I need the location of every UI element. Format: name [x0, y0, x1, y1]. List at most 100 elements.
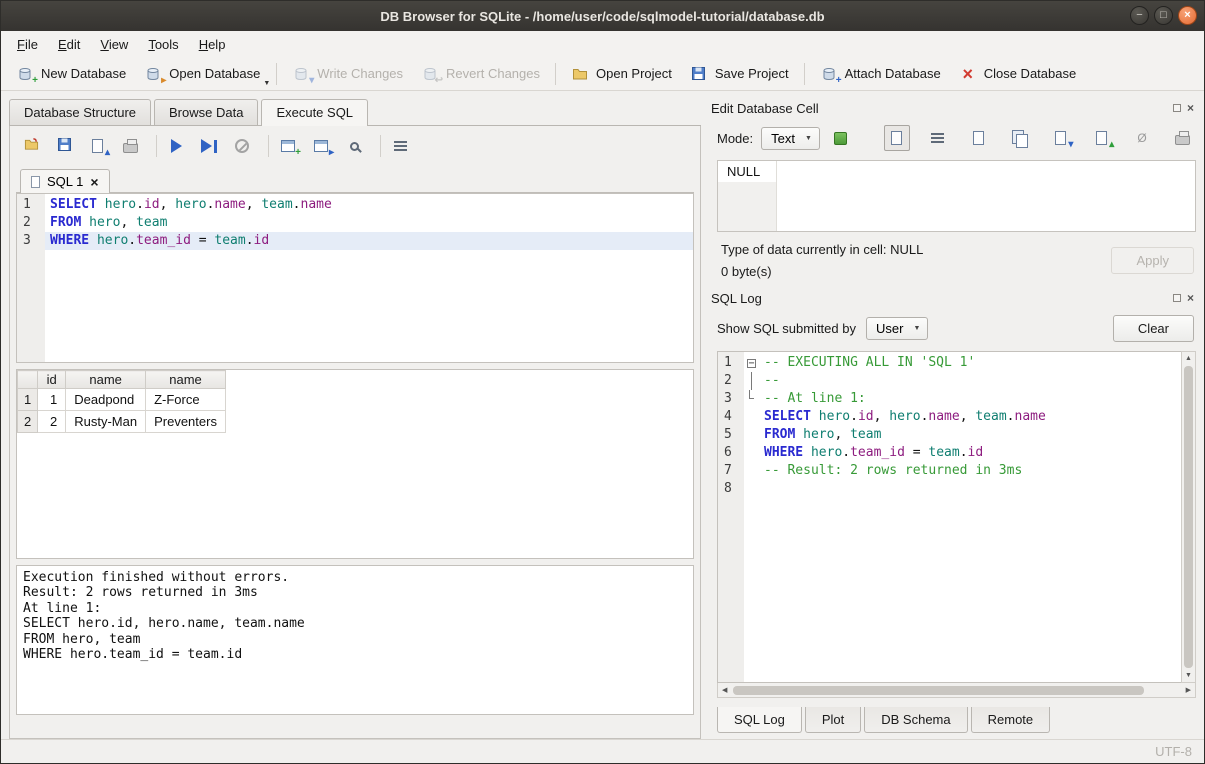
minimize-button[interactable]: −	[1130, 6, 1149, 25]
results-column-header[interactable]: id	[38, 371, 66, 389]
open-project-icon	[571, 65, 589, 83]
set-null-button[interactable]: Ø	[1129, 125, 1155, 151]
copy-cell-button[interactable]	[1007, 125, 1033, 151]
menu-item-tools[interactable]: Tools	[138, 33, 188, 56]
menu-item-view[interactable]: View	[90, 33, 138, 56]
dock-tabbar: SQL Log Plot DB Schema Remote	[717, 707, 1196, 733]
execute-all-button[interactable]	[163, 134, 189, 158]
titlebar[interactable]: DB Browser for SQLite - /home/user/code/…	[1, 1, 1204, 31]
horizontal-scrollbar[interactable]: ◀ ▶	[717, 683, 1196, 698]
float-panel-icon[interactable]	[1173, 104, 1181, 112]
fold-margin[interactable]: −	[744, 354, 759, 372]
scroll-down-icon[interactable]: ▼	[1185, 669, 1192, 682]
save-sql-file-button[interactable]	[51, 134, 77, 158]
format-sql-button[interactable]	[387, 134, 413, 158]
word-wrap-button[interactable]	[925, 125, 951, 151]
scroll-left-icon[interactable]: ◀	[718, 687, 731, 694]
tab-remote[interactable]: Remote	[971, 707, 1051, 733]
sql-log-area: 1−-- EXECUTING ALL IN 'SQL 1'2--3-- At l…	[717, 351, 1196, 683]
cell-size-info: 0 byte(s)	[721, 264, 923, 279]
results-cell[interactable]: 1	[38, 389, 66, 411]
menu-item-help[interactable]: Help	[189, 33, 236, 56]
right-panel: Edit Database Cell × Mode: Text ▼	[701, 91, 1204, 739]
find-replace-button[interactable]	[341, 134, 367, 158]
tab-plot[interactable]: Plot	[805, 707, 861, 733]
export-cell-button[interactable]: ▴	[1088, 125, 1114, 151]
sql-document-tab[interactable]: SQL 1 ×	[20, 169, 110, 193]
results-cell[interactable]: Deadpond	[66, 389, 146, 411]
tab-browse-data[interactable]: Browse Data	[154, 99, 258, 125]
print-cell-button[interactable]	[1170, 125, 1196, 151]
close-panel-icon[interactable]: ×	[1187, 294, 1194, 303]
row-header[interactable]: 1	[18, 389, 38, 411]
auto-format-button[interactable]	[828, 125, 854, 151]
close-database-icon: ×	[959, 65, 977, 83]
sql-log-header: SQL Log ×	[709, 287, 1196, 309]
execute-current-line-button[interactable]	[196, 134, 222, 158]
close-database-button[interactable]: × Close Database	[950, 61, 1086, 87]
scrollbar-thumb[interactable]	[1184, 366, 1193, 668]
tab-execute-sql[interactable]: Execute SQL	[261, 99, 368, 126]
find-replace-icon	[350, 142, 359, 151]
results-cell[interactable]: Rusty-Man	[66, 411, 146, 433]
sql-log-line: 2--	[718, 372, 1181, 390]
encoding-indicator[interactable]: UTF-8	[1155, 744, 1192, 759]
edit-cell-header: Edit Database Cell ×	[709, 97, 1196, 119]
main-toolbar: + New Database ▸ Open Database ▼ ▾ Write…	[1, 57, 1204, 91]
results-cell[interactable]: Z-Force	[146, 389, 226, 411]
float-panel-icon[interactable]	[1173, 294, 1181, 302]
results-header-row: idnamename	[18, 371, 226, 389]
results-corner[interactable]	[18, 371, 38, 389]
save-project-button[interactable]: Save Project	[681, 61, 798, 87]
scroll-right-icon[interactable]: ▶	[1182, 687, 1195, 694]
vertical-scrollbar[interactable]: ▲ ▼	[1181, 351, 1196, 683]
open-sql-file-button[interactable]	[18, 134, 44, 158]
maximize-button[interactable]: □	[1154, 6, 1173, 25]
close-panel-icon[interactable]: ×	[1187, 104, 1194, 113]
menu-item-edit[interactable]: Edit	[48, 33, 90, 56]
save-project-label: Save Project	[715, 66, 789, 81]
menu-item-file[interactable]: File	[7, 33, 48, 56]
row-header[interactable]: 2	[18, 411, 38, 433]
copy-icon	[1012, 130, 1027, 146]
sql-log-view[interactable]: 1−-- EXECUTING ALL IN 'SQL 1'2--3-- At l…	[717, 351, 1181, 683]
execution-message[interactable]: Execution finished without errors. Resul…	[16, 565, 694, 715]
new-database-button[interactable]: + New Database	[7, 61, 135, 87]
open-database-button[interactable]: ▸ Open Database	[135, 61, 269, 87]
fold-margin	[744, 390, 759, 408]
attach-database-button[interactable]: + Attach Database	[811, 61, 950, 87]
close-button[interactable]: ×	[1178, 6, 1197, 25]
results-cell[interactable]: Preventers	[146, 411, 226, 433]
log-filter-combobox[interactable]: User ▼	[866, 317, 928, 340]
cell-editor[interactable]: NULL	[717, 160, 1196, 232]
new-sql-tab-button[interactable]: +	[275, 134, 301, 158]
mode-combobox[interactable]: Text ▼	[761, 127, 820, 150]
sql-document-tabbar: SQL 1 ×	[16, 163, 694, 193]
save-sql-as-button[interactable]: ▴	[84, 134, 110, 158]
tab-db-schema[interactable]: DB Schema	[864, 707, 967, 733]
stop-execution-button[interactable]	[229, 134, 255, 158]
text-mode-button[interactable]	[884, 125, 910, 151]
scroll-up-icon[interactable]: ▲	[1185, 352, 1192, 365]
word-wrap-icon	[931, 133, 944, 144]
results-column-header[interactable]: name	[146, 371, 226, 389]
results-cell[interactable]: 2	[38, 411, 66, 433]
save-cell-button[interactable]	[966, 125, 992, 151]
maximize-icon: □	[1160, 10, 1167, 21]
sql-editor[interactable]: 1SELECT hero.id, hero.name, team.name2FR…	[16, 193, 694, 363]
close-sql-tab-icon[interactable]: ×	[90, 176, 98, 188]
results-row: 11DeadpondZ-Force	[18, 389, 226, 411]
clear-log-button[interactable]: Clear	[1113, 315, 1194, 342]
scrollbar-thumb[interactable]	[733, 686, 1143, 695]
main-content: Database Structure Browse Data Execute S…	[1, 91, 1204, 739]
line-number: 2	[718, 372, 744, 390]
import-cell-button[interactable]: ▾	[1047, 125, 1073, 151]
results-column-header[interactable]: name	[66, 371, 146, 389]
open-database-dropdown-icon[interactable]: ▼	[263, 80, 270, 90]
tab-database-structure[interactable]: Database Structure	[9, 99, 151, 125]
print-sql-button[interactable]	[117, 134, 143, 158]
tab-sql-log[interactable]: SQL Log	[717, 707, 802, 733]
open-sql-in-tab-button[interactable]: ▸	[308, 134, 334, 158]
open-database-icon: ▸	[144, 65, 162, 83]
open-project-button[interactable]: Open Project	[562, 61, 681, 87]
